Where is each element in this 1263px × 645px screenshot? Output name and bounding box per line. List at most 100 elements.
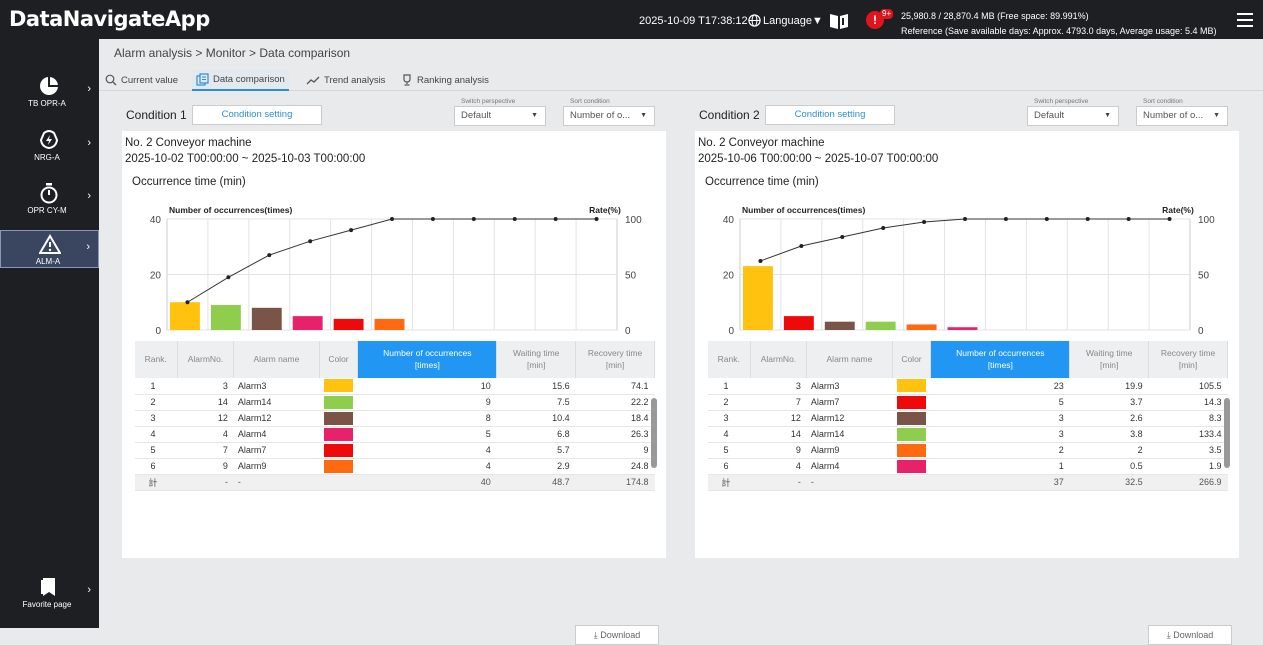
cell-total-label: 計 — [708, 474, 751, 491]
condition-setting-button[interactable]: Condition setting — [192, 105, 322, 125]
col-color[interactable]: Color — [892, 341, 932, 378]
tab-trend-analysis[interactable]: Trend analysis — [306, 69, 385, 91]
bar-alarm9[interactable] — [374, 318, 405, 330]
tab-current-value[interactable]: Current value — [105, 69, 178, 91]
sidebar-item-favorite-page[interactable]: Favorite page › — [0, 574, 99, 620]
col-waiting-time[interactable]: Waiting time [min] — [496, 341, 577, 378]
rate-point — [430, 217, 435, 221]
bar-alarm12[interactable] — [251, 307, 282, 330]
tab-label: Ranking analysis — [417, 74, 489, 86]
rate-point — [1085, 217, 1090, 221]
col-occurrences[interactable]: Number of occurrences [times] — [930, 341, 1071, 378]
bar-alarm7[interactable] — [783, 316, 814, 330]
col-rank[interactable]: Rank. — [708, 341, 751, 378]
cell-rank: 1 — [708, 378, 751, 395]
bar-alarm9[interactable] — [906, 324, 937, 330]
table-row[interactable]: 1 3 Alarm3 23 19.9 105.5 — [708, 378, 1228, 395]
table-scrollbar[interactable] — [651, 388, 657, 483]
col-waiting-time[interactable]: Waiting time [min] — [1069, 341, 1150, 378]
table-row[interactable]: 3 12 Alarm12 8 10.4 18.4 — [135, 410, 655, 427]
sort-condition-select[interactable]: Number of o... ▼ — [1136, 106, 1228, 126]
download-button[interactable]: ⤓ Download — [1148, 625, 1232, 645]
alarm-table: Rank. AlarmNo. Alarm name Color Number o… — [708, 341, 1228, 491]
bar-alarm4[interactable] — [292, 316, 323, 330]
tab-data-comparison[interactable]: Data comparison — [192, 69, 289, 91]
table-row[interactable]: 2 14 Alarm14 9 7.5 22.2 — [135, 394, 655, 411]
manual-book-icon[interactable] — [829, 12, 849, 30]
condition-setting-button[interactable]: Condition setting — [765, 105, 895, 125]
table-row[interactable]: 6 4 Alarm4 1 0.5 1.9 — [708, 458, 1228, 475]
cell-color — [319, 394, 358, 411]
rate-point — [1044, 217, 1049, 221]
rate-point — [1126, 217, 1131, 221]
cell-alarm-name: Alarm9 — [806, 442, 893, 459]
col-alarm-name[interactable]: Alarm name — [233, 341, 320, 378]
table-row[interactable]: 5 9 Alarm9 2 2 3.5 — [708, 442, 1228, 459]
col-recovery-time[interactable]: Recovery time [min] — [575, 341, 655, 378]
cell-alarm-name: Alarm12 — [233, 410, 320, 427]
cell-alarm-no: 12 — [750, 410, 807, 427]
col-color[interactable]: Color — [319, 341, 359, 378]
bar-alarm3[interactable] — [743, 266, 773, 330]
switch-perspective-caption: Switch perspective — [1034, 98, 1089, 105]
table-row[interactable]: 3 12 Alarm12 3 2.6 8.3 — [708, 410, 1228, 427]
col-recovery-time[interactable]: Recovery time [min] — [1148, 341, 1228, 378]
sort-condition-select[interactable]: Number of o... ▼ — [563, 106, 655, 126]
cell-rank: 3 — [135, 410, 178, 427]
col-alarm-name[interactable]: Alarm name — [806, 341, 893, 378]
y-tick-label: 20 — [723, 271, 735, 282]
cell-color — [319, 426, 358, 443]
col-occurrences[interactable]: Number of occurrences [times] — [357, 341, 498, 378]
table-row[interactable]: 5 7 Alarm7 4 5.7 9 — [135, 442, 655, 459]
cell-occurrences: 8 — [357, 410, 497, 427]
cell-occurrences: 3 — [930, 410, 1070, 427]
col-alarm-no[interactable]: AlarmNo. — [177, 341, 235, 378]
cell-alarm-no: 4 — [177, 426, 234, 443]
dropdown-arrow-icon: ▼ — [531, 112, 538, 119]
tab-bar: Current value Data comparison Trend anal… — [99, 66, 1263, 91]
language-selector[interactable]: Language▼ — [748, 14, 823, 27]
cell-alarm-no: 9 — [177, 458, 234, 475]
switch-perspective-select[interactable]: Default ▼ — [1027, 106, 1119, 126]
table-row[interactable]: 2 7 Alarm7 5 3.7 14.3 — [708, 394, 1228, 411]
occurrence-title: Occurrence time (min) — [705, 176, 819, 188]
rate-point — [267, 253, 272, 258]
bar-alarm4[interactable] — [947, 327, 978, 330]
sidebar-item-opr-cy-m[interactable]: OPR CY-M › — [0, 180, 99, 226]
cell-waiting-total: 32.5 — [1069, 474, 1149, 491]
bar-alarm14[interactable] — [865, 321, 896, 330]
color-swatch — [324, 443, 353, 457]
hamburger-menu-icon[interactable] — [1237, 13, 1253, 31]
cell-color — [319, 442, 358, 459]
switch-perspective-select[interactable]: Default ▼ — [454, 106, 546, 126]
table-scrollbar[interactable] — [1224, 388, 1230, 483]
sidebar-item-nrg-a[interactable]: NRG-A › — [0, 127, 99, 173]
bar-alarm7[interactable] — [333, 318, 364, 330]
bar-alarm14[interactable] — [210, 305, 241, 330]
cell-alarm-name: Alarm3 — [233, 378, 320, 395]
table-row[interactable]: 4 14 Alarm14 3 3.8 133.4 — [708, 426, 1228, 443]
download-button[interactable]: ⤓ Download — [575, 625, 659, 645]
y-tick-label: 0 — [155, 326, 161, 337]
table-body: 1 3 Alarm3 10 15.6 74.1 2 14 Alarm14 9 7.5 22.2 3 12 A… — [135, 378, 655, 491]
cell-occurrences: 5 — [930, 394, 1070, 411]
download-label: Download — [600, 630, 641, 640]
bar-alarm3[interactable] — [170, 302, 200, 330]
y2-tick-label: 50 — [1198, 271, 1210, 282]
tab-ranking-analysis[interactable]: Ranking analysis — [401, 69, 489, 91]
col-rank[interactable]: Rank. — [135, 341, 178, 378]
condition-label: Condition 2 — [699, 108, 760, 122]
current-datetime: 2025-10-09 T17:38:12 — [639, 15, 748, 27]
rate-point — [308, 239, 313, 244]
magnifier-icon — [105, 74, 117, 86]
sidebar-item-alm-a[interactable]: ALM-A › — [0, 230, 99, 268]
table-row[interactable]: 1 3 Alarm3 10 15.6 74.1 — [135, 378, 655, 395]
cell-occurrences-total: 40 — [357, 474, 497, 491]
cell-recovery-time: 74.1 — [575, 378, 655, 395]
col-alarm-no[interactable]: AlarmNo. — [750, 341, 808, 378]
sidebar-item-tb-opr-a[interactable]: TB OPR-A › — [0, 73, 99, 119]
pareto-chart: 0 20 40 0 50 100 Number of occurrences(times) R… — [723, 205, 1215, 337]
table-row[interactable]: 4 4 Alarm4 5 6.8 26.3 — [135, 426, 655, 443]
table-row[interactable]: 6 9 Alarm9 4 2.9 24.8 — [135, 458, 655, 475]
bar-alarm12[interactable] — [824, 321, 855, 330]
